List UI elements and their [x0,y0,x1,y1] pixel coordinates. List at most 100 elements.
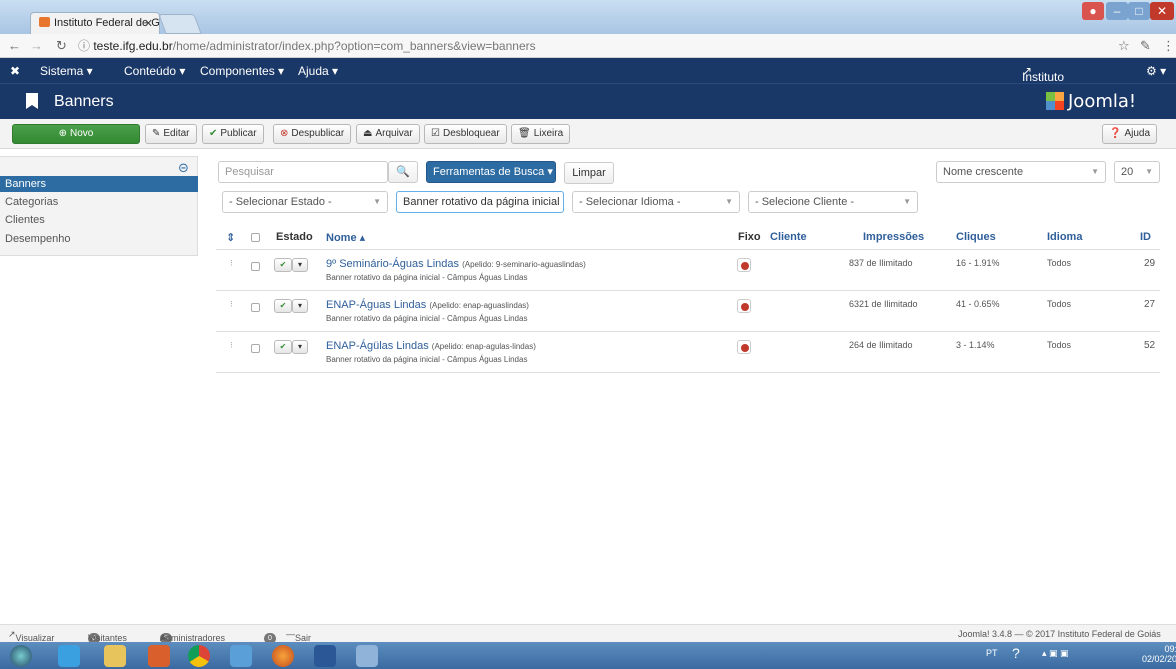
row-title-link[interactable]: 9º Seminário-Águas Lindas (Apelido: 9-se… [326,258,586,270]
check-all-checkbox[interactable] [251,233,260,242]
new-button[interactable]: ⊕ Novo [12,124,140,144]
sidebar-item-categorias[interactable]: Categorias [5,196,58,208]
published-toggle-icon[interactable]: ✔ [274,258,292,272]
explorer-icon[interactable] [356,645,378,667]
start-button-icon[interactable] [10,645,32,667]
word-icon[interactable] [314,645,336,667]
new-tab-button[interactable] [158,14,202,34]
language-indicator[interactable]: PT [986,648,998,658]
extension-icon[interactable]: ✎ [1140,38,1151,54]
browser-tab[interactable]: Instituto Federal de Goiá✕ [30,12,160,34]
row-actions-dropdown[interactable]: ▾ [292,258,308,272]
clock[interactable]: 09:1302/02/2017 [1142,644,1176,664]
header-idioma[interactable]: Idioma [1047,231,1082,243]
search-icon: 🔍 [396,166,410,178]
window-close-button[interactable]: ✕ [1150,2,1174,20]
firefox-icon[interactable] [272,645,294,667]
maximize-button[interactable]: □ [1128,2,1150,20]
address-bar: ← → ↻ ⓘ teste.ifg.edu.br/home/administra… [0,34,1176,58]
menu-icon[interactable]: ⋮ [1162,38,1175,54]
row-checkbox[interactable] [251,303,260,312]
sidebar-item-desempenho[interactable]: Desempenho [5,233,70,245]
user-icon[interactable]: ● [1082,2,1104,20]
windows-taskbar: PT ? ▴ ▣ ▣ 09:1302/02/2017 [0,642,1176,669]
chrome-icon[interactable] [188,645,210,667]
url-field[interactable]: ⓘ teste.ifg.edu.br/home/administrator/in… [78,37,1078,55]
row-alias: (Apelido: enap-aguaslindas) [429,301,529,310]
search-button[interactable]: 🔍 [388,161,418,183]
drag-handle-icon[interactable]: ⁝ [230,258,233,269]
joomla-icon[interactable]: ✖ [10,64,20,78]
ie-icon[interactable] [58,645,80,667]
archive-label: Arquivar [375,128,413,139]
site-link[interactable]: Instituto Fede... ↗ [1022,64,1064,98]
client-filter[interactable]: - Selecione Cliente - ▼ [748,191,918,213]
edit-button[interactable]: ✎ Editar [145,124,197,144]
trash-button[interactable]: 🗑 Lixeira [511,124,571,144]
row-title-link[interactable]: ENAP-Águas Lindas (Apelido: enap-aguasli… [326,299,529,311]
row-checkbox[interactable] [251,262,260,271]
sticky-no-icon[interactable] [737,299,751,313]
menu-ajuda[interactable]: Ajuda ▾ [298,64,338,78]
sidebar-item-clientes[interactable]: Clientes [5,214,45,226]
reload-icon[interactable]: ↻ [56,38,67,54]
row-actions-dropdown[interactable]: ▾ [292,340,308,354]
forward-icon[interactable]: → [30,38,43,53]
drag-handle-icon[interactable]: ⁝ [230,299,233,310]
search-tools-button[interactable]: Ferramentas de Busca ▾ [426,161,556,183]
admin-navbar: ✖ Sistema ▾ Conteúdo ▾ Componentes ▾ Aju… [0,58,1176,98]
status-bar: ↗ Visualizar site 0 Visitantes 5 Adminis… [0,624,1176,653]
header-nome[interactable]: Nome ▴ [326,231,365,244]
table-row: ⁝ ✔ ▾ 9º Seminário-Águas Lindas (Apelido… [216,249,1160,291]
user-menu-gear-icon[interactable]: ⚙ ▾ [1146,64,1166,78]
chevron-down-icon: ▼ [725,197,733,206]
plus-circle-icon: ⊕ [58,128,68,139]
sort-value: Nome crescente [943,166,1024,178]
row-impressions: 264 de Ilimitado [849,340,913,350]
header-fixo[interactable]: Fixo [738,231,761,243]
menu-sistema[interactable]: Sistema ▾ [40,64,93,78]
help-button[interactable]: ❓ Ajuda [1102,124,1158,144]
sidebar-item-banners[interactable]: Banners [5,178,46,190]
limit-select[interactable]: 20 ▼ [1114,161,1160,183]
menu-componentes[interactable]: Componentes ▾ [200,64,284,78]
row-actions-dropdown[interactable]: ▾ [292,299,308,313]
logout-link[interactable]: — Sair [286,629,311,643]
header-cliques[interactable]: Cliques [956,231,996,243]
help-icon[interactable]: ? [1012,645,1020,661]
folder-icon[interactable] [104,645,126,667]
header-id[interactable]: ID [1140,231,1151,243]
bookmark-star-icon[interactable]: ☆ [1118,38,1130,54]
unpublish-button[interactable]: ⊗ Despublicar [273,124,352,144]
row-alias: (Apelido: 9-seminario-aguaslindas) [462,260,586,269]
sidebar-toggle-icon[interactable]: ⊝ [178,160,189,176]
office-icon[interactable] [148,645,170,667]
language-filter[interactable]: - Selecionar Idioma - ▼ [572,191,740,213]
sticky-no-icon[interactable] [737,258,751,272]
header-cliente[interactable]: Cliente [770,231,807,243]
published-toggle-icon[interactable]: ✔ [274,299,292,313]
clear-button[interactable]: Limpar [564,162,614,184]
app-icon[interactable] [230,645,252,667]
row-checkbox[interactable] [251,344,260,353]
archive-button[interactable]: ⏏ Arquivar [356,124,420,144]
ordering-sort-icon[interactable]: ⇕ [226,231,235,244]
category-filter[interactable]: Banner rotativo da página inicial - Câmp [396,191,564,213]
header-impressoes[interactable]: Impressões [863,231,924,243]
tab-close-icon[interactable]: ✕ [144,17,153,30]
tray-icons[interactable]: ▴ ▣ ▣ [1042,648,1069,659]
header-estado[interactable]: Estado [276,231,313,243]
sticky-no-icon[interactable] [737,340,751,354]
published-toggle-icon[interactable]: ✔ [274,340,292,354]
row-title-link[interactable]: ENAP-Ágülas Lindas (Apelido: enap-agulas… [326,340,536,352]
back-icon[interactable]: ← [8,38,21,53]
search-input[interactable]: Pesquisar [218,161,388,183]
view-site-link[interactable]: ↗ Visualizar site [8,629,54,653]
sort-select[interactable]: Nome crescente ▼ [936,161,1106,183]
state-filter[interactable]: - Selecionar Estado - ▼ [222,191,388,213]
checkin-button[interactable]: ☑ Desbloquear [424,124,507,144]
menu-conteudo[interactable]: Conteúdo ▾ [124,64,185,78]
drag-handle-icon[interactable]: ⁝ [230,340,233,351]
publish-button[interactable]: ✔ Publicar [202,124,264,144]
minimize-button[interactable]: – [1106,2,1128,20]
